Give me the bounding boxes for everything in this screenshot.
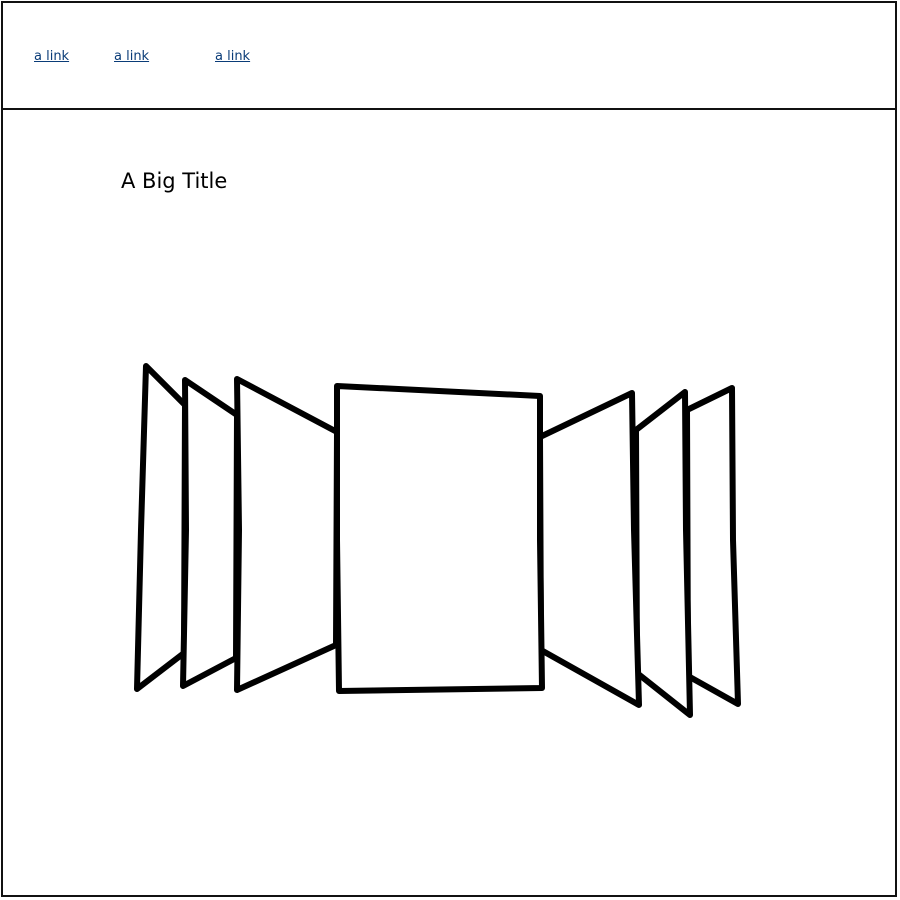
carousel-card-left-2[interactable] bbox=[180, 377, 240, 689]
carousel-card-right-2[interactable] bbox=[633, 389, 693, 718]
header-bar: a link a link a link bbox=[3, 3, 895, 110]
page-title: A Big Title bbox=[121, 169, 228, 193]
carousel-card-right-3[interactable] bbox=[684, 385, 741, 707]
carousel-card-left-1[interactable] bbox=[234, 376, 340, 693]
carousel-card-right-1[interactable] bbox=[537, 390, 642, 708]
nav-link-2[interactable]: a link bbox=[114, 49, 149, 64]
nav-link-3[interactable]: a link bbox=[215, 49, 250, 64]
nav-link-1[interactable]: a link bbox=[34, 49, 69, 64]
carousel-card-left-3[interactable] bbox=[134, 363, 188, 692]
carousel-card-center[interactable] bbox=[334, 383, 545, 694]
